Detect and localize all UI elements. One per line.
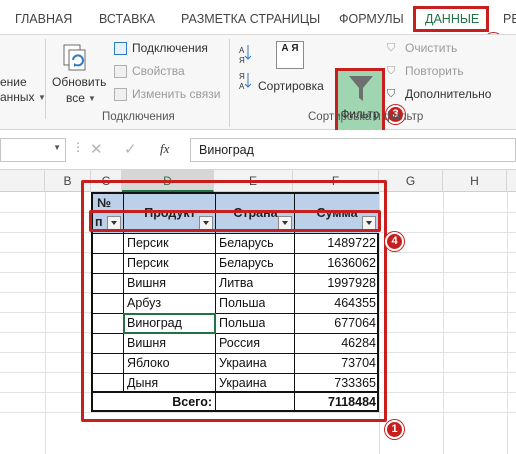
connections-label: Подключения bbox=[132, 41, 208, 55]
ribbon-data: ение анных ▼ Обновить все ▼ Подключения … bbox=[0, 34, 516, 140]
advanced-filter-icon: ⛉ bbox=[387, 88, 396, 100]
connections-group-label: Подключения bbox=[102, 111, 175, 123]
properties-label: Свойства bbox=[132, 64, 185, 78]
reapply-button[interactable]: ⛉ Повторить bbox=[387, 64, 477, 82]
reapply-icon: ⛉ bbox=[387, 65, 396, 77]
ribbon-tab-bar: ГЛАВНАЯ ВСТАВКА РАЗМЕТКА СТРАНИЦЫ ФОРМУЛ… bbox=[0, 0, 516, 52]
callout-badge-1: 1 bbox=[385, 420, 404, 439]
cancel-icon[interactable]: ✕ bbox=[90, 140, 103, 158]
connections-button[interactable]: Подключения bbox=[114, 41, 224, 59]
connections-icon bbox=[114, 42, 127, 55]
callout-badge-4: 4 bbox=[385, 232, 404, 251]
callout-box-filter-row bbox=[89, 210, 381, 232]
formula-bar: ▼ ⋮ ✕ ✓ fx Виноград bbox=[0, 130, 516, 170]
tab-page-layout[interactable]: РАЗМЕТКА СТРАНИЦЫ bbox=[181, 12, 320, 26]
svg-text:Я: Я bbox=[239, 56, 245, 65]
formula-buttons: ✕ ✓ fx bbox=[80, 138, 190, 162]
chevron-down-icon: ▼ bbox=[53, 143, 61, 152]
tab-formulas[interactable]: ФОРМУЛЫ bbox=[339, 12, 404, 26]
sort-button[interactable]: А Я Сортировка bbox=[256, 39, 326, 101]
refresh-icon bbox=[63, 44, 86, 71]
ribbon-separator bbox=[45, 39, 46, 119]
column-header-h[interactable]: H bbox=[443, 170, 507, 192]
reapply-label: Повторить bbox=[405, 64, 464, 78]
properties-icon bbox=[114, 65, 127, 78]
funnel-icon bbox=[349, 76, 373, 101]
tab-home[interactable]: ГЛАВНАЯ bbox=[15, 12, 72, 26]
svg-text:Я: Я bbox=[239, 72, 245, 81]
tab-review[interactable]: РЕ bbox=[503, 12, 516, 26]
column-header-g[interactable]: G bbox=[379, 170, 443, 192]
refresh-all-label-line1: Обновить bbox=[52, 75, 107, 89]
advanced-filter-button[interactable]: ⛉ Дополнительно bbox=[387, 87, 507, 105]
sort-az-button[interactable]: А Я Я А bbox=[237, 43, 253, 93]
column-header-i[interactable] bbox=[507, 170, 516, 192]
refresh-all-label-line2: все bbox=[66, 91, 85, 105]
enter-icon[interactable]: ✓ bbox=[124, 140, 137, 158]
edit-links-icon bbox=[114, 88, 127, 101]
clear-filter-label: Очистить bbox=[405, 41, 458, 55]
refresh-all-button[interactable]: Обновить все ▼ bbox=[52, 39, 106, 117]
name-box[interactable]: ▼ bbox=[0, 138, 66, 162]
insert-function-icon[interactable]: fx bbox=[160, 141, 169, 157]
formula-input[interactable]: Виноград bbox=[190, 138, 516, 162]
chevron-down-icon: ▼ bbox=[88, 94, 96, 103]
sort-filter-group-label: Сортировка и фильтр bbox=[308, 111, 424, 123]
get-data-label-line1[interactable]: ение bbox=[0, 75, 27, 89]
svg-text:А: А bbox=[239, 82, 245, 91]
tab-insert[interactable]: ВСТАВКА bbox=[99, 12, 155, 26]
sort-az-icon: А Я Я А bbox=[239, 45, 252, 91]
select-all-corner[interactable] bbox=[0, 170, 45, 192]
svg-text:А: А bbox=[239, 46, 245, 55]
properties-button[interactable]: Свойства bbox=[114, 64, 224, 82]
clear-filter-icon: ⛉ bbox=[387, 42, 396, 54]
sort-dialog-icon: А Я bbox=[276, 41, 304, 69]
get-data-label-line2[interactable]: анных bbox=[0, 90, 35, 104]
sort-label: Сортировка bbox=[258, 79, 324, 93]
advanced-filter-label: Дополнительно bbox=[405, 87, 492, 101]
tab-data[interactable]: ДАННЫЕ bbox=[425, 12, 479, 26]
clear-filter-button[interactable]: ⛉ Очистить bbox=[387, 41, 477, 59]
edit-links-label: Изменить связи bbox=[132, 87, 221, 101]
worksheet-grid[interactable]: № п Продукт Страна Сумма Персик Беларусь… bbox=[0, 180, 516, 454]
edit-links-button[interactable]: Изменить связи bbox=[114, 87, 234, 105]
ribbon-separator bbox=[229, 39, 230, 127]
